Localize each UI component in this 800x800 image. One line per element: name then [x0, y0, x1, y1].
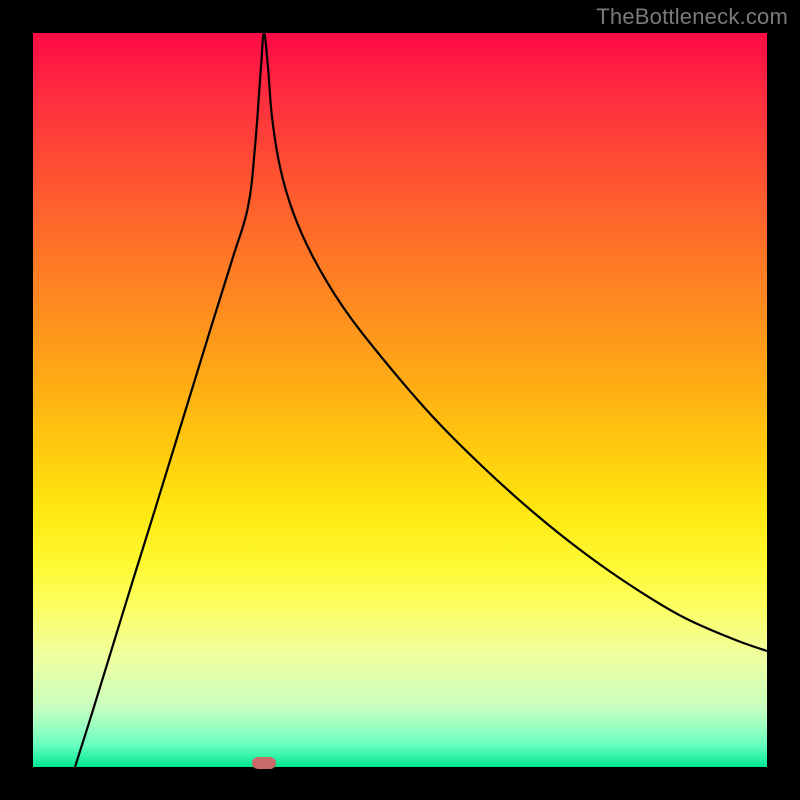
bottleneck-curve [33, 33, 767, 767]
watermark-text: TheBottleneck.com [596, 4, 788, 30]
chart-frame: TheBottleneck.com [0, 0, 800, 800]
valley-marker [252, 757, 276, 769]
plot-area [33, 33, 767, 767]
